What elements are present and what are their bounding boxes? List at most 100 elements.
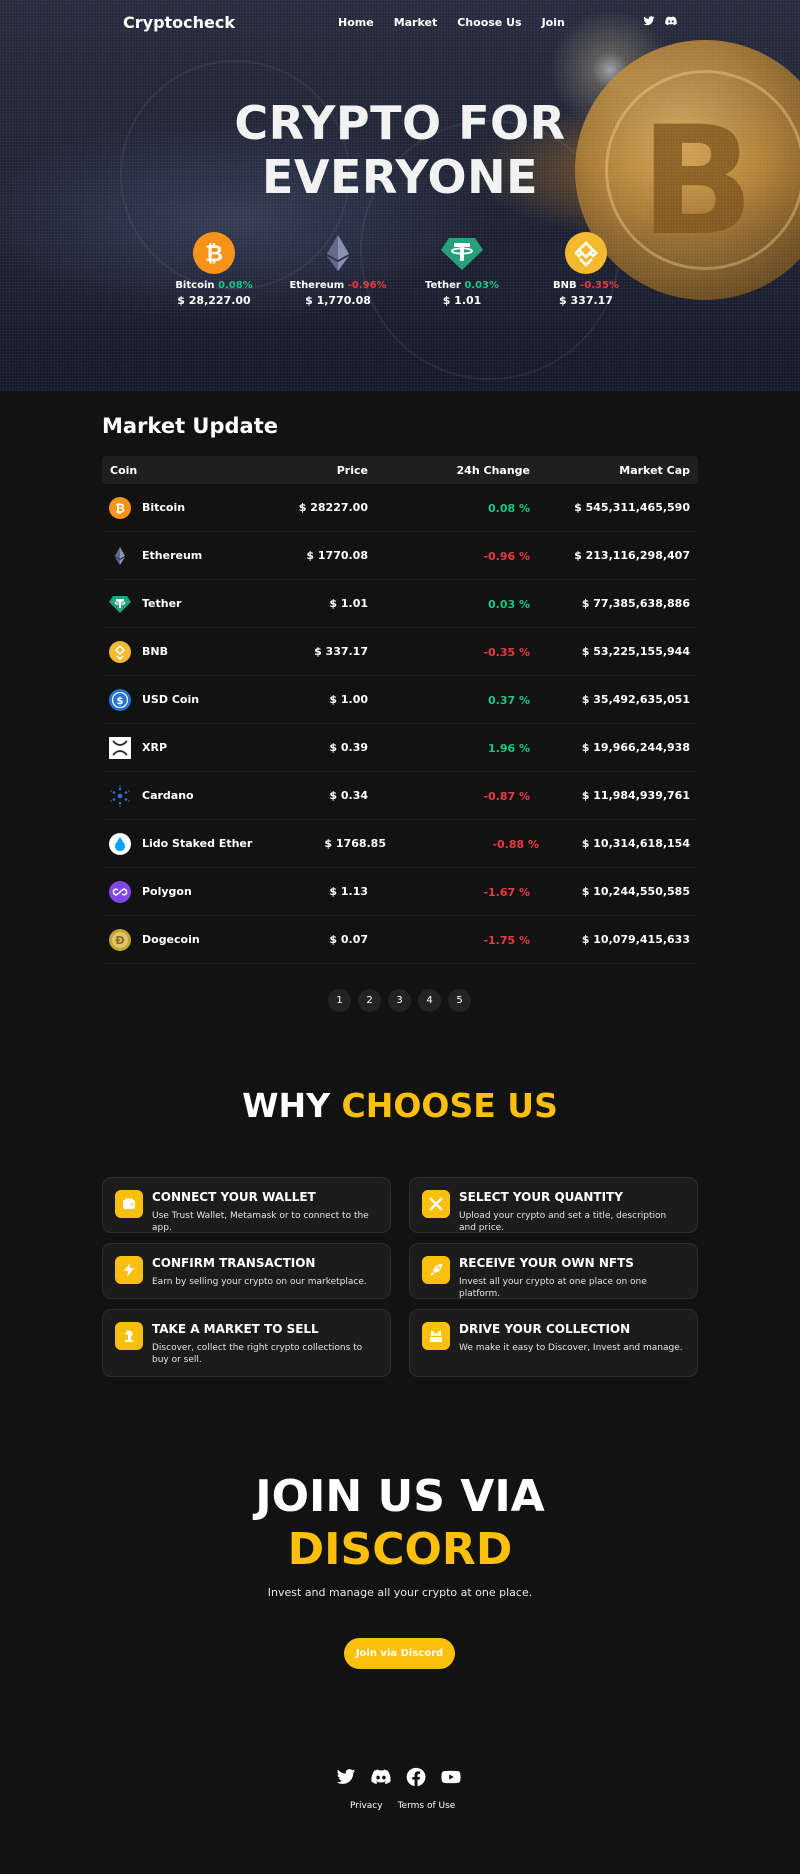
- join-discord-title: JOIN US VIA DISCORD: [0, 1470, 800, 1576]
- coin-market-cap: $ 19,966,244,938: [581, 741, 690, 754]
- coin-change: -1.75 %: [483, 934, 530, 947]
- table-row[interactable]: Ð Dogecoin $ 0.07 -1.75 % $ 10,079,415,6…: [102, 916, 698, 964]
- table-row[interactable]: $ USD Coin $ 1.00 0.37 % $ 35,492,635,05…: [102, 676, 698, 724]
- coin-price: $ 1.01: [329, 597, 368, 610]
- table-row[interactable]: Cardano $ 0.34 -0.87 % $ 11,984,939,761: [102, 772, 698, 820]
- discord-icon[interactable]: [371, 1767, 391, 1787]
- site-logo[interactable]: Cryptocheck: [123, 13, 235, 32]
- svg-text:Ð: Ð: [115, 934, 124, 947]
- page-button-3[interactable]: 3: [388, 989, 411, 1012]
- hero-coin-price: $ 337.17: [559, 294, 613, 307]
- coin-market-cap: $ 545,311,465,590: [574, 501, 690, 514]
- feature-card-title: CONFIRM TRANSACTION: [152, 1256, 316, 1270]
- horse-icon: [115, 1322, 143, 1350]
- nav-link-market[interactable]: Market: [394, 16, 438, 29]
- hero-coin-label: BNB -0.35%: [526, 280, 646, 291]
- nav-link-home[interactable]: Home: [338, 16, 374, 29]
- page-button-4[interactable]: 4: [418, 989, 441, 1012]
- hero-coin-tether[interactable]: Tether 0.03% $ 1.01: [402, 232, 522, 307]
- lightning-icon: [115, 1256, 143, 1284]
- footer-link-privacy[interactable]: Privacy: [350, 1801, 383, 1811]
- coin-change: -0.35 %: [483, 646, 530, 659]
- coin-price: $ 0.34: [329, 789, 368, 802]
- market-update-title: Market Update: [102, 414, 278, 438]
- feature-card-description: Discover, collect the right crypto colle…: [152, 1343, 363, 1365]
- twitter-icon[interactable]: [336, 1767, 356, 1787]
- coin-change: -0.87 %: [483, 790, 530, 803]
- coin-price: $ 1770.08: [306, 549, 368, 562]
- hero-coin-bnb[interactable]: BNB -0.35% $ 337.17: [526, 232, 646, 307]
- coin-price: $ 1.00: [329, 693, 368, 706]
- footer-social-links: [336, 1767, 461, 1787]
- table-row[interactable]: BNB $ 337.17 -0.35 % $ 53,225,155,944: [102, 628, 698, 676]
- hero-coin-ethereum[interactable]: Ethereum -0.96% $ 1,770.08: [278, 232, 398, 307]
- hero-coin-bitcoin[interactable]: ₿ Bitcoin 0.08% $ 28,227.00: [154, 232, 274, 307]
- coin-price: $ 1.13: [329, 885, 368, 898]
- hero-coin-label: Tether 0.03%: [402, 280, 522, 291]
- svg-text:$: $: [117, 696, 124, 707]
- tether-icon: [441, 238, 483, 270]
- hero-coin-change: -0.35%: [580, 280, 619, 291]
- column-header-coin: Coin: [110, 464, 138, 477]
- coin-market-cap: $ 35,492,635,051: [581, 693, 690, 706]
- coin-change: 0.03 %: [488, 598, 530, 611]
- coin-change: -1.67 %: [483, 886, 530, 899]
- hero-coin-name: BNB: [553, 280, 577, 291]
- nav-links: Home Market Choose Us Join: [338, 16, 585, 29]
- market-table-header: Coin Price 24h Change Market Cap: [102, 456, 698, 484]
- table-row[interactable]: Polygon $ 1.13 -1.67 % $ 10,244,550,585: [102, 868, 698, 916]
- hero-coin-label: Ethereum -0.96%: [278, 280, 398, 291]
- table-row[interactable]: ₿ Bitcoin $ 28227.00 0.08 % $ 545,311,46…: [102, 484, 698, 532]
- coin-market-cap: $ 11,984,939,761: [581, 789, 690, 802]
- hero-coin-change: 0.08%: [217, 280, 253, 291]
- footer-link-terms[interactable]: Terms of Use: [398, 1801, 456, 1811]
- page-button-1[interactable]: 1: [328, 989, 351, 1012]
- coin-name: XRP: [142, 741, 168, 754]
- join-title-white: JOIN US VIA: [255, 1471, 545, 1522]
- hero-coin-change: -0.96%: [347, 280, 387, 291]
- feature-card-description: Earn by selling your crypto on our marke…: [152, 1277, 367, 1287]
- table-row[interactable]: Tether $ 1.01 0.03 % $ 77,385,638,886: [102, 580, 698, 628]
- coin-market-cap: $ 77,385,638,886: [581, 597, 690, 610]
- coin-name: USD Coin: [142, 693, 200, 706]
- discord-icon[interactable]: [665, 15, 677, 27]
- feature-card-drive-collection: DRIVE YOUR COLLECTION We make it easy to…: [409, 1309, 698, 1377]
- hero-coin-price: $ 1,770.08: [305, 294, 371, 307]
- join-title-accent: DISCORD: [287, 1524, 513, 1575]
- join-discord-button[interactable]: Join via Discord: [344, 1638, 455, 1669]
- hero-title-line1: CRYPTO FOR: [234, 96, 566, 150]
- table-row[interactable]: XRP $ 0.39 1.96 % $ 19,966,244,938: [102, 724, 698, 772]
- page-button-2[interactable]: 2: [358, 989, 381, 1012]
- nav-link-choose-us[interactable]: Choose Us: [457, 16, 521, 29]
- rocket-icon: [422, 1256, 450, 1284]
- twitter-icon[interactable]: [643, 15, 655, 27]
- coin-price: $ 1768.85: [324, 837, 386, 850]
- coin-name: Lido Staked Ether: [142, 837, 253, 850]
- table-row[interactable]: Ethereum $ 1770.08 -0.96 % $ 213,116,298…: [102, 532, 698, 580]
- feature-card-title: CONNECT YOUR WALLET: [152, 1190, 316, 1204]
- coin-price: $ 28227.00: [298, 501, 368, 514]
- collection-icon: [422, 1322, 450, 1350]
- coin-name: Polygon: [142, 885, 192, 898]
- hero-coin-label: Bitcoin 0.08%: [154, 280, 274, 291]
- cardano-icon: [110, 785, 130, 807]
- svg-text:₿: ₿: [205, 242, 223, 267]
- nav-link-join[interactable]: Join: [542, 16, 565, 29]
- table-row[interactable]: Lido Staked Ether $ 1768.85 -0.88 % $ 10…: [102, 820, 698, 868]
- coin-name: Tether: [142, 597, 182, 610]
- hero-coin-name: Ethereum: [289, 280, 345, 291]
- youtube-icon[interactable]: [441, 1767, 461, 1787]
- page-button-5[interactable]: 5: [448, 989, 471, 1012]
- polygon-icon: [109, 881, 131, 903]
- bnb-icon: [109, 641, 131, 663]
- hero-title: CRYPTO FOR EVERYONE: [0, 96, 800, 204]
- coin-name: Dogecoin: [142, 933, 200, 946]
- hero-coin-name: Tether: [424, 280, 461, 291]
- coin-change: 0.37 %: [488, 694, 530, 707]
- facebook-icon[interactable]: [406, 1767, 426, 1787]
- hero-coin-price: $ 28,227.00: [177, 294, 251, 307]
- feature-card-title: SELECT YOUR QUANTITY: [459, 1190, 623, 1204]
- coin-market-cap: $ 10,079,415,633: [581, 933, 690, 946]
- coin-name: Ethereum: [142, 549, 203, 562]
- column-header-market-cap: Market Cap: [619, 464, 690, 477]
